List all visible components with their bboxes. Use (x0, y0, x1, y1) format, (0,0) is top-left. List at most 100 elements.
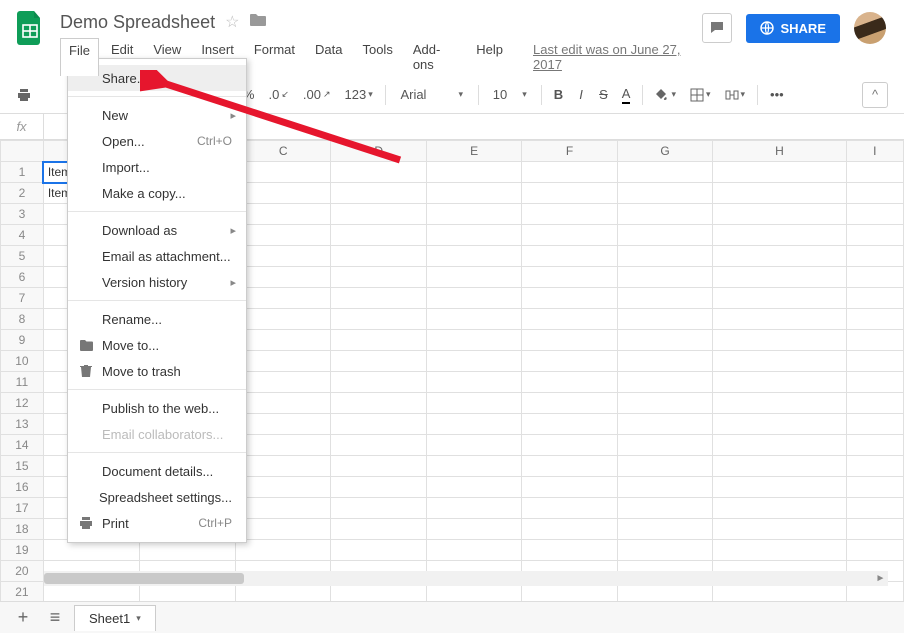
cell-F2[interactable] (522, 183, 617, 204)
menu-add-ons[interactable]: Add-ons (405, 38, 464, 76)
cell-E17[interactable] (426, 498, 521, 519)
cell-G2[interactable] (617, 183, 713, 204)
cell-H2[interactable] (713, 183, 846, 204)
menu-item-download-as[interactable]: Download as (68, 217, 246, 243)
cell-D19[interactable] (331, 540, 426, 561)
row-header-21[interactable]: 21 (1, 582, 44, 603)
cell-H17[interactable] (713, 498, 846, 519)
menu-item-email-as-attachment[interactable]: Email as attachment... (68, 243, 246, 269)
cell-E5[interactable] (426, 246, 521, 267)
cell-D16[interactable] (331, 477, 426, 498)
cell-G5[interactable] (617, 246, 713, 267)
row-header-6[interactable]: 6 (1, 267, 44, 288)
cell-I16[interactable] (846, 477, 903, 498)
cell-C5[interactable] (235, 246, 330, 267)
cell-D7[interactable] (331, 288, 426, 309)
fill-color-button[interactable]: ▾ (649, 84, 682, 106)
cell-E16[interactable] (426, 477, 521, 498)
cell-I8[interactable] (846, 309, 903, 330)
cell-F13[interactable] (522, 414, 617, 435)
col-header-F[interactable]: F (522, 141, 617, 162)
cell-I10[interactable] (846, 351, 903, 372)
cell-E2[interactable] (426, 183, 521, 204)
col-header-I[interactable]: I (846, 141, 903, 162)
add-sheet-button[interactable]: + (10, 605, 36, 631)
menu-item-make-a-copy[interactable]: Make a copy... (68, 180, 246, 206)
cell-G8[interactable] (617, 309, 713, 330)
row-header-8[interactable]: 8 (1, 309, 44, 330)
all-sheets-button[interactable]: ≡ (42, 605, 68, 631)
col-header-H[interactable]: H (713, 141, 846, 162)
row-header-15[interactable]: 15 (1, 456, 44, 477)
cell-F5[interactable] (522, 246, 617, 267)
cell-I7[interactable] (846, 288, 903, 309)
cell-I6[interactable] (846, 267, 903, 288)
cell-D17[interactable] (331, 498, 426, 519)
folder-icon[interactable] (249, 13, 267, 32)
cell-G17[interactable] (617, 498, 713, 519)
merge-button[interactable]: ▾ (719, 84, 752, 106)
cell-E10[interactable] (426, 351, 521, 372)
cell-F1[interactable] (522, 162, 617, 183)
cell-F10[interactable] (522, 351, 617, 372)
cell-E4[interactable] (426, 225, 521, 246)
cell-F4[interactable] (522, 225, 617, 246)
menu-item-version-history[interactable]: Version history (68, 269, 246, 295)
cell-I4[interactable] (846, 225, 903, 246)
row-header-9[interactable]: 9 (1, 330, 44, 351)
cell-C12[interactable] (235, 393, 330, 414)
sheets-logo[interactable] (10, 8, 50, 48)
cell-D4[interactable] (331, 225, 426, 246)
cell-C15[interactable] (235, 456, 330, 477)
cell-F19[interactable] (522, 540, 617, 561)
cell-I19[interactable] (846, 540, 903, 561)
increase-decimal[interactable]: .00↗ (297, 83, 337, 106)
cell-E6[interactable] (426, 267, 521, 288)
cell-I15[interactable] (846, 456, 903, 477)
cell-F7[interactable] (522, 288, 617, 309)
cell-H19[interactable] (713, 540, 846, 561)
cell-G7[interactable] (617, 288, 713, 309)
cell-C6[interactable] (235, 267, 330, 288)
cell-I11[interactable] (846, 372, 903, 393)
cell-C4[interactable] (235, 225, 330, 246)
cell-C7[interactable] (235, 288, 330, 309)
cell-C16[interactable] (235, 477, 330, 498)
row-header-19[interactable]: 19 (1, 540, 44, 561)
menu-item-print[interactable]: PrintCtrl+P (68, 510, 246, 536)
cell-D9[interactable] (331, 330, 426, 351)
cell-G10[interactable] (617, 351, 713, 372)
cell-I13[interactable] (846, 414, 903, 435)
cell-D12[interactable] (331, 393, 426, 414)
share-button[interactable]: SHARE (746, 14, 840, 43)
cell-F9[interactable] (522, 330, 617, 351)
row-header-7[interactable]: 7 (1, 288, 44, 309)
cell-G16[interactable] (617, 477, 713, 498)
cell-D2[interactable] (331, 183, 426, 204)
sheet-tab[interactable]: Sheet1▾ (74, 605, 156, 631)
cell-F6[interactable] (522, 267, 617, 288)
menu-item-move-to-trash[interactable]: Move to trash (68, 358, 246, 384)
cell-C13[interactable] (235, 414, 330, 435)
cell-D14[interactable] (331, 435, 426, 456)
cell-E14[interactable] (426, 435, 521, 456)
col-header-D[interactable]: D (331, 141, 426, 162)
cell-C19[interactable] (235, 540, 330, 561)
row-header-1[interactable]: 1 (1, 162, 44, 183)
menu-item-open[interactable]: Open...Ctrl+O (68, 128, 246, 154)
cell-G9[interactable] (617, 330, 713, 351)
last-edit-link[interactable]: Last edit was on June 27, 2017 (525, 38, 702, 76)
bold-button[interactable]: B (548, 83, 569, 106)
menu-item-import[interactable]: Import... (68, 154, 246, 180)
row-header-3[interactable]: 3 (1, 204, 44, 225)
cell-H7[interactable] (713, 288, 846, 309)
cell-F11[interactable] (522, 372, 617, 393)
cell-I1[interactable] (846, 162, 903, 183)
cell-G4[interactable] (617, 225, 713, 246)
cell-F17[interactable] (522, 498, 617, 519)
cell-D13[interactable] (331, 414, 426, 435)
cell-D6[interactable] (331, 267, 426, 288)
row-header-5[interactable]: 5 (1, 246, 44, 267)
cell-E13[interactable] (426, 414, 521, 435)
row-header-20[interactable]: 20 (1, 561, 44, 582)
